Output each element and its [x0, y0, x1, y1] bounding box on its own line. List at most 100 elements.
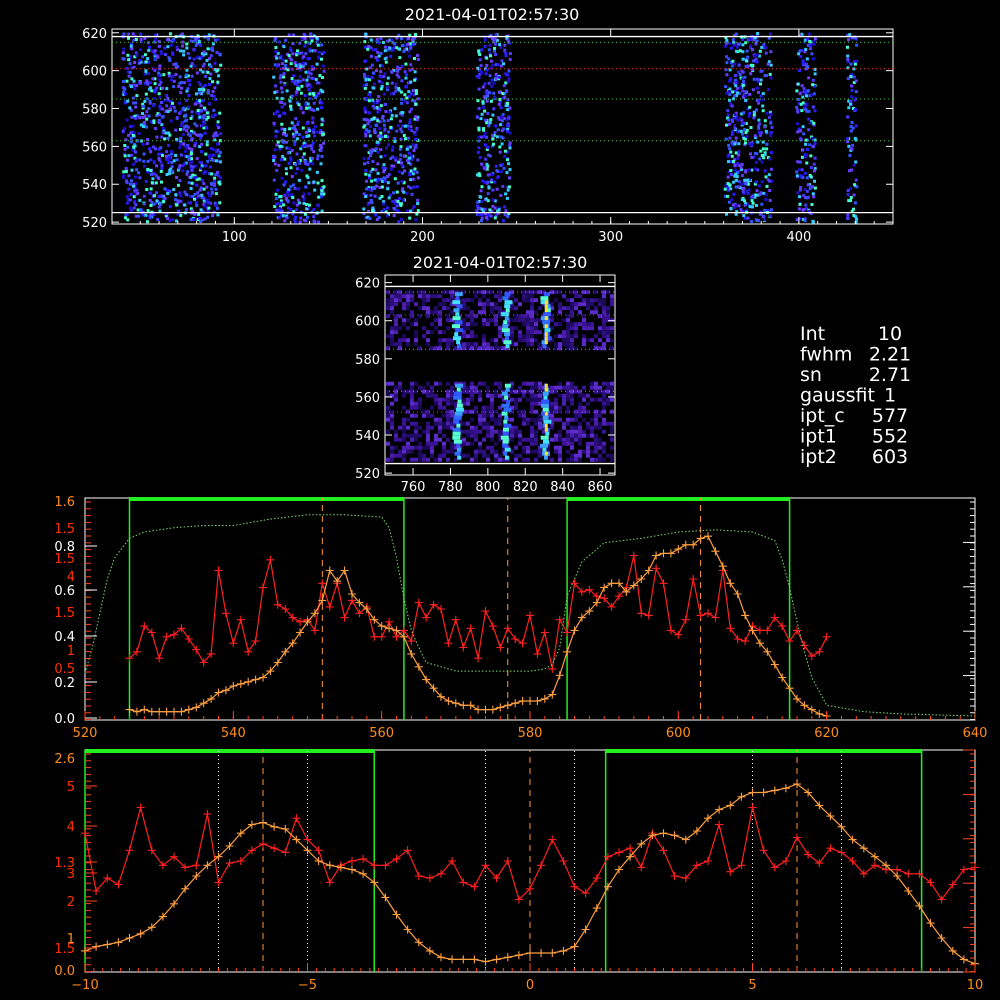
top-image-pixel [737, 150, 741, 154]
middle-image-pixel [554, 389, 558, 394]
top-image-pixel [199, 166, 203, 170]
middle-image-pixel [474, 334, 478, 339]
top-image-pixel [177, 84, 181, 88]
top-image-pixel [397, 220, 401, 224]
top-image-pixel [175, 116, 179, 120]
top-image-pixel [387, 196, 391, 200]
top-image-pixel [172, 159, 176, 163]
top-image-pixel [289, 107, 293, 111]
top-image-pixel [187, 146, 191, 150]
middle-image-pixel [566, 298, 570, 303]
middle-image-pixel [530, 334, 534, 339]
top-image-pixel [284, 197, 288, 200]
top-image-pixel [744, 182, 748, 186]
top-image-pixel [769, 167, 773, 171]
series-point [704, 609, 712, 618]
top-image-pixel [485, 216, 488, 220]
top-image-pixel [369, 38, 373, 42]
x-tick-label: 540 [221, 726, 246, 741]
y-tick-label-red: 1.5 [54, 606, 75, 621]
top-image-pixel [384, 102, 387, 106]
top-image-pixel [278, 202, 282, 206]
middle-image-pixel [390, 330, 394, 335]
top-image-pixel [393, 156, 397, 160]
middle-image-pixel [426, 294, 430, 299]
top-image-pixel [802, 208, 806, 212]
top-image-pixel [416, 209, 420, 213]
middle-y-tick-label: 560 [355, 391, 380, 406]
top-image-pixel [208, 165, 212, 169]
top-image-pixel [729, 207, 733, 210]
top-image-pixel [299, 91, 303, 95]
top-image-pixel [174, 72, 178, 76]
series-point [518, 639, 527, 648]
middle-image-streak [452, 435, 461, 440]
middle-image-pixel [390, 310, 394, 315]
middle-image-pixel [486, 445, 490, 450]
top-image-pixel [187, 154, 191, 158]
middle-image-pixel [574, 389, 578, 394]
top-image-pixel [734, 151, 738, 155]
middle-image-pixel [526, 310, 530, 315]
middle-image-pixel [594, 413, 598, 418]
top-image-pixel [166, 38, 170, 42]
middle-image-pixel [462, 334, 466, 339]
middle-image-pixel [514, 401, 518, 406]
top-image-pixel [760, 45, 764, 49]
top-image-pixel [798, 92, 802, 96]
top-image-pixel [281, 155, 285, 158]
middle-image-pixel [446, 298, 450, 303]
top-image-pixel [733, 94, 737, 98]
middle-image-streak [453, 415, 462, 420]
top-image-pixel [760, 202, 764, 206]
middle-image-pixel [446, 413, 450, 418]
middle-image-pixel [558, 453, 562, 458]
series-point [666, 549, 675, 558]
middle-image-pixel [530, 449, 534, 454]
top-image-pixel [493, 206, 497, 210]
series-point [689, 575, 698, 583]
middle-image-pixel [574, 385, 578, 390]
top-image-pixel [204, 74, 208, 78]
series-point [466, 701, 475, 710]
top-image-pixel [390, 113, 394, 117]
middle-image-pixel [598, 445, 602, 450]
top-image-pixel [157, 71, 161, 75]
top-image-pixel [728, 68, 732, 72]
top-image-pixel [507, 69, 511, 73]
top-image-pixel [190, 148, 194, 152]
top-image-pixel [846, 137, 850, 141]
middle-image-pixel [594, 417, 598, 422]
top-image-pixel [370, 117, 374, 121]
middle-image-pixel [526, 294, 530, 299]
middle-image-pixel [390, 298, 394, 303]
middle-image-pixel [586, 441, 590, 446]
top-image-pixel [368, 66, 372, 70]
top-image-pixel [805, 66, 808, 70]
top-image-pixel [757, 130, 761, 134]
top-image-pixel [854, 124, 858, 128]
middle-image-pixel [442, 421, 446, 426]
top-image-pixel [145, 97, 149, 101]
middle-image-pixel [490, 449, 494, 454]
top-image-pixel [399, 90, 403, 94]
middle-image-pixel [590, 310, 594, 315]
middle-image-pixel [594, 342, 598, 347]
middle-image-pixel [434, 381, 438, 386]
top-image-pixel [376, 151, 380, 154]
top-image-pixel [168, 59, 172, 62]
top-image-pixel [211, 80, 215, 84]
top-image-pixel [203, 170, 207, 174]
middle-image-pixel [490, 425, 494, 430]
middle-image-pixel [442, 405, 446, 410]
middle-image-pixel [490, 338, 494, 343]
top-image-pixel [190, 152, 193, 156]
middle-image-pixel [390, 445, 394, 450]
top-image-pixel [500, 115, 503, 119]
middle-image-pixel [442, 298, 446, 303]
top-image-pixel [132, 195, 136, 199]
middle-image-pixel [426, 437, 430, 442]
top-image-pixel [183, 162, 187, 166]
middle-image-pixel [470, 457, 474, 462]
top-image-pixel [365, 67, 369, 71]
